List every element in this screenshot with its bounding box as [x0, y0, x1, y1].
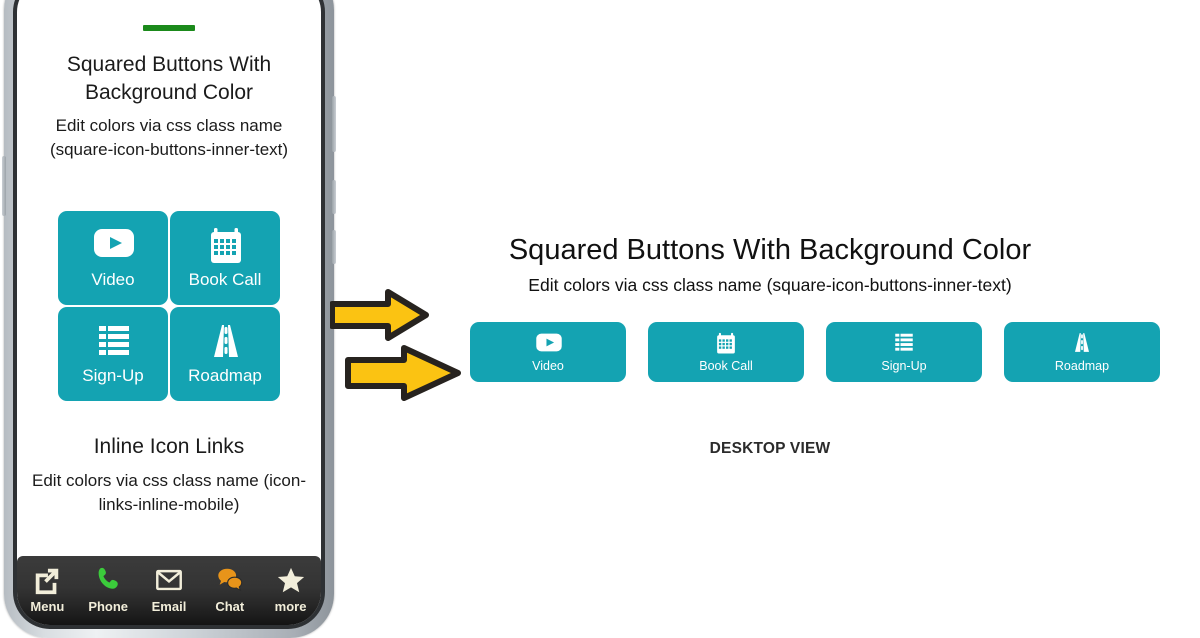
mobile-button-sign-up[interactable]: Sign-Up — [58, 307, 168, 401]
mobile-square-icon-buttons: Video Book Call Sign-Up Roadmap — [58, 211, 280, 401]
phone-icon — [93, 565, 123, 596]
bottom-bar-item-chat[interactable]: Chat — [201, 565, 259, 614]
desktop-section-title: Squared Buttons With Background Color — [508, 234, 1032, 266]
bottom-bar-label: Phone — [88, 599, 129, 614]
list-form-icon — [891, 332, 917, 356]
road-icon — [204, 323, 246, 361]
calendar-icon — [204, 227, 246, 265]
desktop-button-label: Roadmap — [1054, 359, 1110, 373]
calendar-icon — [713, 332, 739, 356]
desktop-button-video[interactable]: Video — [470, 322, 626, 382]
mobile-section-title: Squared Buttons With Background Color — [66, 53, 272, 104]
section-divider — [143, 25, 195, 31]
desktop-button-roadmap[interactable]: Roadmap — [1004, 322, 1160, 382]
bottom-bar-item-more[interactable]: more — [262, 565, 320, 614]
envelope-icon — [154, 565, 184, 596]
mobile-button-label: Sign-Up — [82, 366, 144, 385]
mobile-button-roadmap[interactable]: Roadmap — [170, 307, 280, 401]
mobile-button-label: Book Call — [188, 270, 262, 289]
phone-side-button-volume-up[interactable] — [332, 96, 336, 152]
phone-side-button-volume-down[interactable] — [332, 180, 336, 214]
desktop-section-subtitle: Edit colors via css class name (square-i… — [528, 275, 1012, 295]
video-play-icon — [92, 227, 134, 265]
mobile-button-label: Roadmap — [188, 366, 262, 385]
mobile-button-book-call[interactable]: Book Call — [170, 211, 280, 305]
star-icon — [276, 565, 306, 596]
desktop-button-label: Video — [532, 359, 564, 373]
phone-side-button-power[interactable] — [332, 230, 336, 264]
mobile-button-label: Video — [91, 270, 135, 289]
mobile-section-subtitle: Edit colors via css class name (square-i… — [49, 116, 289, 159]
bottom-bar-item-phone[interactable]: Phone — [79, 565, 137, 614]
phone-mockup: Squared Buttons With Background Color Ed… — [2, 0, 336, 638]
desktop-button-book-call[interactable]: Book Call — [648, 322, 804, 382]
list-form-icon — [92, 323, 134, 361]
desktop-button-label: Book Call — [699, 359, 753, 373]
desktop-button-sign-up[interactable]: Sign-Up — [826, 322, 982, 382]
bottom-bar-item-menu[interactable]: Menu — [18, 565, 76, 614]
phone-side-button-left[interactable] — [2, 156, 6, 216]
road-icon — [1069, 332, 1095, 356]
mobile-bottom-bar: Menu Phone Email Chat more — [17, 556, 321, 625]
bottom-bar-label: Email — [151, 599, 187, 614]
desktop-view-caption: DESKTOP VIEW — [709, 440, 831, 457]
desktop-view: Squared Buttons With Background Color Ed… — [340, 0, 1200, 605]
external-link-icon — [32, 565, 62, 596]
video-play-icon — [535, 332, 562, 356]
bottom-bar-label: Chat — [215, 599, 245, 614]
bottom-bar-label: Menu — [30, 599, 65, 614]
desktop-button-label: Sign-Up — [881, 359, 927, 373]
bottom-bar-label: more — [274, 599, 307, 614]
mobile-section2-subtitle: Edit colors via css class name (icon-lin… — [32, 471, 306, 514]
phone-screen: Squared Buttons With Background Color Ed… — [17, 0, 321, 625]
mobile-section2-title: Inline Icon Links — [93, 435, 245, 458]
chat-bubbles-icon — [215, 565, 245, 596]
bottom-bar-item-email[interactable]: Email — [140, 565, 198, 614]
mobile-view: Squared Buttons With Background Color Ed… — [17, 0, 321, 625]
desktop-square-icon-buttons: Video Book Call Sign-Up Roadmap — [470, 322, 1160, 382]
mobile-button-video[interactable]: Video — [58, 211, 168, 305]
